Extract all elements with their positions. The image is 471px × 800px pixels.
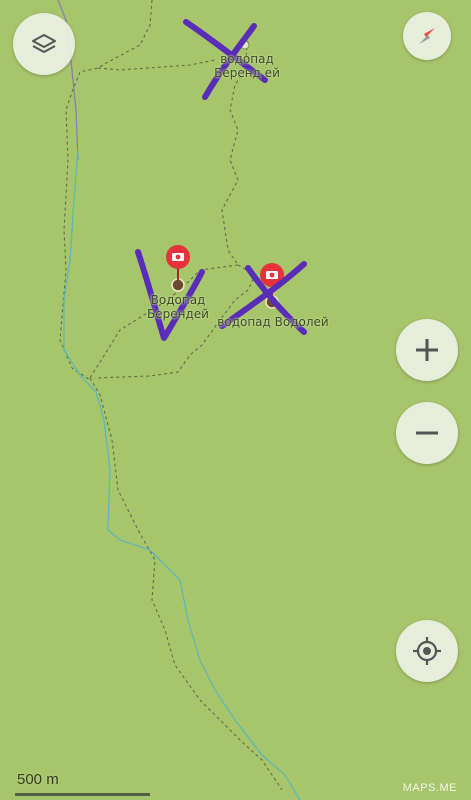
zoom-out-button[interactable]	[396, 402, 458, 464]
map-label-waterfall: Водопад Берендей	[140, 293, 216, 321]
plus-icon	[416, 339, 438, 361]
map-canvas[interactable]	[0, 0, 471, 800]
layers-button[interactable]	[13, 13, 75, 75]
map-label-waterfall: водопад Беренд ей	[210, 52, 284, 80]
layers-icon	[32, 34, 56, 53]
my-location-icon	[413, 637, 441, 665]
zoom-in-button[interactable]	[396, 319, 458, 381]
scale-bar	[15, 793, 150, 796]
map-label-waterfall: водопад Водолей	[216, 315, 330, 329]
waterfall-poi-icon[interactable]	[171, 278, 185, 292]
minus-icon	[416, 431, 438, 435]
compass-button[interactable]	[403, 12, 451, 60]
my-location-button[interactable]	[396, 620, 458, 682]
map-label-line: водопад Водолей	[217, 315, 329, 329]
scale-label: 500 m	[17, 771, 59, 788]
maps-me-logo: MAPS.ME	[402, 782, 457, 794]
map-label-line: водопад	[220, 52, 274, 66]
map-label-line: Водопад	[150, 293, 206, 307]
compass-icon	[419, 28, 435, 44]
map-label-line: Берендей	[147, 307, 209, 321]
map-label-line: Беренд ей	[214, 66, 280, 80]
